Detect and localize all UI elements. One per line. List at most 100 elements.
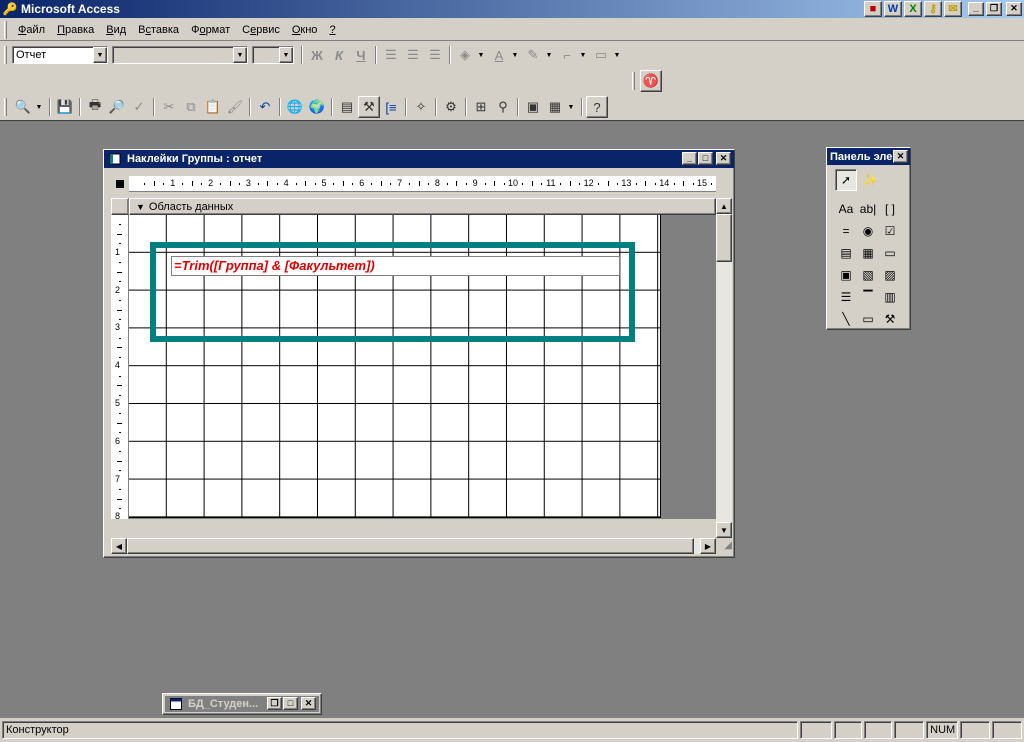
- menu-file[interactable]: Файл: [12, 22, 51, 38]
- undo-icon[interactable]: ↶: [254, 96, 276, 118]
- excel-icon[interactable]: X: [904, 1, 922, 17]
- app-close-button[interactable]: ✕: [1006, 2, 1022, 16]
- special-effect-icon[interactable]: ▭: [590, 44, 612, 66]
- line-tool-icon[interactable]: ╲: [835, 308, 857, 330]
- sorting-grouping-icon[interactable]: [≡: [380, 96, 402, 118]
- chevron-down-icon[interactable]: ▼: [510, 44, 520, 66]
- fill-color-icon[interactable]: ◈: [454, 44, 476, 66]
- spelling-icon[interactable]: ✓: [128, 96, 150, 118]
- toggle-button-tool-icon[interactable]: =: [835, 220, 857, 242]
- vertical-scrollbar[interactable]: ▲ ▼: [716, 198, 732, 538]
- office-shortcut-icon[interactable]: ■: [864, 1, 882, 17]
- scroll-up-button[interactable]: ▲: [716, 198, 732, 214]
- cut-icon[interactable]: ✂: [158, 96, 180, 118]
- horizontal-scroll-thumb[interactable]: [127, 538, 694, 554]
- section-header-detail[interactable]: ▼ Область данных: [129, 198, 716, 215]
- window-maximize-button[interactable]: □: [698, 152, 713, 165]
- scroll-left-button[interactable]: ◀: [111, 538, 127, 554]
- italic-button[interactable]: К: [328, 44, 350, 66]
- piggy-bank-icon[interactable]: ♈: [640, 70, 662, 92]
- chevron-down-icon[interactable]: ▼: [612, 44, 622, 66]
- help-icon[interactable]: ?: [586, 96, 608, 118]
- listbox-tool-icon[interactable]: ▦: [857, 242, 879, 264]
- textbox-tool-icon[interactable]: ab|: [857, 198, 879, 220]
- window-close-button[interactable]: ✕: [716, 152, 731, 165]
- autoformat-icon[interactable]: ✧: [410, 96, 432, 118]
- scroll-down-button[interactable]: ▼: [716, 522, 732, 538]
- vertical-ruler[interactable]: 1 2 3 4 5 6 7 8: [111, 198, 129, 519]
- minimized-database-window[interactable]: БД_Студен... ❐ □ ✕: [162, 693, 322, 715]
- combobox-tool-icon[interactable]: ▤: [835, 242, 857, 264]
- font-color-icon[interactable]: A: [488, 44, 510, 66]
- align-left-icon[interactable]: ☰: [380, 44, 402, 66]
- menu-tools[interactable]: Сервис: [236, 22, 286, 38]
- bold-button[interactable]: Ж: [306, 44, 328, 66]
- menu-format[interactable]: Формат: [185, 22, 236, 38]
- line-color-icon[interactable]: ✎: [522, 44, 544, 66]
- size-grip-icon[interactable]: ◢: [716, 538, 732, 554]
- control-wizards-icon[interactable]: ✨: [859, 169, 881, 191]
- chevron-down-icon[interactable]: ▼: [279, 47, 293, 63]
- option-group-tool-icon[interactable]: [ ]: [879, 198, 901, 220]
- paste-icon[interactable]: 📋: [202, 96, 224, 118]
- web-icon[interactable]: 🌐: [284, 96, 306, 118]
- menu-help[interactable]: ?: [323, 22, 341, 38]
- database-window-icon[interactable]: ▣: [522, 96, 544, 118]
- word-icon[interactable]: W: [884, 1, 902, 17]
- toolbox-close-button[interactable]: ✕: [893, 150, 908, 163]
- more-controls-tool-icon[interactable]: ⚒: [879, 308, 901, 330]
- access-icon[interactable]: ⚷: [924, 1, 942, 17]
- chevron-down-icon[interactable]: ▼: [566, 96, 576, 118]
- horizontal-ruler[interactable]: 1 2 3 4 5 6 7 8 9 10 11 12 13 14 15: [111, 176, 716, 192]
- menu-insert[interactable]: Вставка: [132, 22, 185, 38]
- image-tool-icon[interactable]: ▣: [835, 264, 857, 286]
- new-object-icon[interactable]: ▦: [544, 96, 566, 118]
- align-right-icon[interactable]: ☰: [424, 44, 446, 66]
- hyperlink-icon[interactable]: 🌍: [306, 96, 328, 118]
- copy-icon[interactable]: ⧉: [180, 96, 202, 118]
- select-objects-icon[interactable]: ➚: [835, 169, 857, 191]
- bound-object-tool-icon[interactable]: ▨: [879, 264, 901, 286]
- rectangle-tool-icon[interactable]: ▭: [857, 308, 879, 330]
- field-list-icon[interactable]: ▤: [336, 96, 358, 118]
- view-icon[interactable]: 🔍: [12, 96, 34, 118]
- window-minimize-button[interactable]: _: [682, 152, 697, 165]
- print-icon[interactable]: 🖶: [84, 96, 106, 118]
- option-button-tool-icon[interactable]: ◉: [857, 220, 879, 242]
- subreport-tool-icon[interactable]: ▥: [879, 286, 901, 308]
- minimized-window-titlebar[interactable]: БД_Студен... ❐ □ ✕: [165, 696, 319, 712]
- minimized-restore-button[interactable]: ❐: [267, 697, 282, 710]
- align-center-icon[interactable]: ☰: [402, 44, 424, 66]
- chevron-down-icon[interactable]: ▼: [93, 47, 107, 63]
- scroll-right-button[interactable]: ▶: [700, 538, 716, 554]
- command-button-tool-icon[interactable]: ▭: [879, 242, 901, 264]
- object-combo[interactable]: Отчет ▼: [12, 46, 108, 64]
- binder-icon[interactable]: ✉: [944, 1, 962, 17]
- minimized-maximize-button[interactable]: □: [283, 697, 298, 710]
- minimized-close-button[interactable]: ✕: [301, 697, 316, 710]
- toolbox-titlebar[interactable]: Панель эле ✕: [827, 148, 910, 165]
- build-icon[interactable]: ⚲: [492, 96, 514, 118]
- app-restore-button[interactable]: ❐: [986, 2, 1002, 16]
- chevron-down-icon[interactable]: ▼: [476, 44, 486, 66]
- save-icon[interactable]: 💾: [54, 96, 76, 118]
- properties-icon[interactable]: ⊞: [470, 96, 492, 118]
- code-icon[interactable]: ⚙: [440, 96, 462, 118]
- page-break-tool-icon[interactable]: ☰: [835, 286, 857, 308]
- design-area[interactable]: =Trim([Группа] & [Факультет]): [129, 215, 716, 519]
- horizontal-scrollbar[interactable]: ◀ ▶: [111, 538, 716, 554]
- report-window-titlebar[interactable]: Наклейки Группы : отчет _ □ ✕: [104, 150, 734, 168]
- print-preview-icon[interactable]: 🔎: [106, 96, 128, 118]
- app-minimize-button[interactable]: _: [968, 2, 984, 16]
- menu-view[interactable]: Вид: [100, 22, 132, 38]
- vertical-scroll-thumb[interactable]: [716, 214, 732, 262]
- underline-button[interactable]: Ч: [350, 44, 372, 66]
- label-tool-icon[interactable]: Aa: [835, 198, 857, 220]
- font-size-combo[interactable]: ▼: [252, 46, 294, 64]
- tab-control-tool-icon[interactable]: ▔: [857, 286, 879, 308]
- chevron-down-icon[interactable]: ▼: [233, 47, 247, 63]
- unbound-object-tool-icon[interactable]: ▧: [857, 264, 879, 286]
- ruler-select-corner[interactable]: [111, 176, 129, 192]
- font-combo[interactable]: ▼: [112, 46, 248, 64]
- checkbox-tool-icon[interactable]: ☑: [879, 220, 901, 242]
